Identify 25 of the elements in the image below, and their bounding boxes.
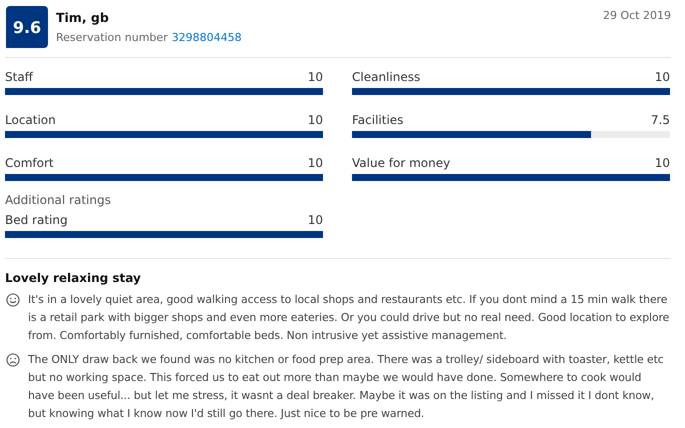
review-comment: It's in a lovely quiet area, good walking access to local shops and restaurants etc. If you dont mind a 15 min walk there is a retail park with bigger shops and even more eateries. Or you could drive but no real need. Good location to explore from. Comfortably furnished, comfortable beds. Non intrusive yet assistive management.	[28, 292, 670, 344]
review-title: Lovely relaxing stay	[5, 271, 142, 285]
rating-score: 10	[654, 70, 670, 84]
rating-label: Facilities	[352, 113, 404, 127]
rating-label: Comfort	[5, 156, 54, 170]
rating-score: 10	[654, 156, 670, 170]
section-heading: Additional ratings	[5, 193, 112, 207]
smiley-icon	[6, 293, 20, 307]
rating-score: 7.5	[650, 113, 670, 127]
rating-score: 10	[308, 213, 323, 227]
rating-label: Value for money	[352, 156, 450, 170]
rating-score: 10	[308, 113, 323, 127]
rating-label: Cleanliness	[352, 70, 420, 84]
rating-score: 10	[308, 156, 323, 170]
review-date: 29 Oct 2019	[602, 8, 671, 22]
rating-label: Location	[5, 113, 56, 127]
reservation-label: Reservation number	[56, 31, 168, 44]
frown-icon	[6, 353, 20, 367]
score-badge: 9.6	[6, 6, 48, 48]
rating-label: Bed rating	[5, 213, 68, 227]
review-comment: The ONLY draw back we found was no kitchen or food prep area. There was a trolley/ sideboard with toaster, kettle etc but no working space. This forced us to eat out more than maybe we would have done. Somewhere to cook would have been useful... but let me stress, it wasnt a deal breaker. Maybe it was on the listing and I missed it I dont know, but knowing what I know now I'd still go there. Just nice to be pre warned.	[28, 352, 665, 422]
rating-score: 10	[308, 70, 323, 84]
reviewer-name: Tim, gb	[56, 10, 110, 25]
rating-label: Staff	[5, 70, 33, 84]
reservation-number-link[interactable]: 3298804458	[172, 31, 242, 44]
